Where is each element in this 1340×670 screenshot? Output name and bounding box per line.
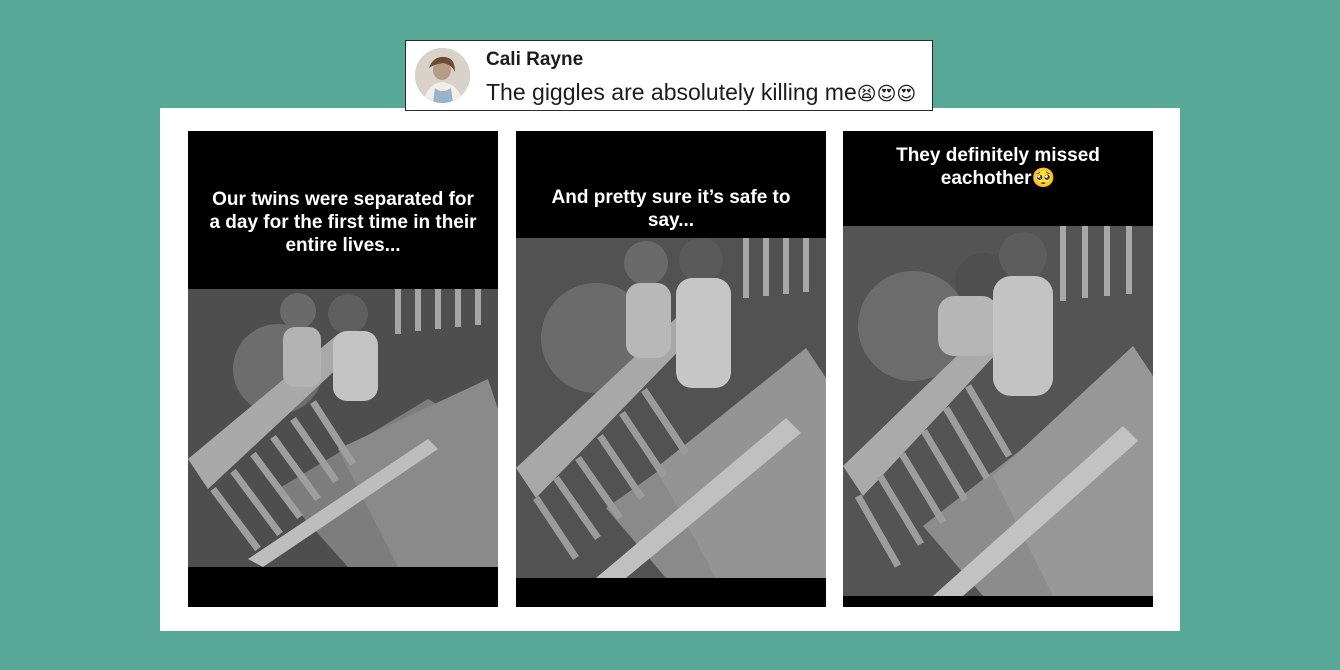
panel-1-caption: Our twins were separated for a day for t… — [209, 189, 477, 256]
video-panel-2[interactable]: And pretty sure it’s safe to say... — [516, 131, 826, 607]
comment-card: Cali Rayne The giggles are absolutely ki… — [405, 40, 933, 111]
panel-3-caption: They definitely missed eachother🥺 — [843, 144, 1153, 190]
comment-body: The giggles are absolutely killing me — [486, 79, 857, 105]
comment-text: The giggles are absolutely killing me😫😍😍 — [486, 79, 916, 106]
crib-photo-1 — [188, 289, 498, 567]
crib-photo-3 — [843, 226, 1153, 596]
pleading-face-emoji: 🥺 — [1031, 167, 1056, 189]
crib-photo-2 — [516, 238, 826, 578]
comment-emojis: 😫😍😍 — [856, 83, 917, 105]
video-panel-3[interactable]: They definitely missed eachother🥺 — [843, 131, 1153, 607]
user-avatar-icon[interactable] — [415, 48, 470, 103]
panel-2-caption: And pretty sure it’s safe to say... — [551, 187, 791, 231]
video-collage-frame: Our twins were separated for a day for t… — [160, 108, 1180, 631]
panel-3-caption-text: They definitely missed eachother — [896, 145, 1100, 189]
video-panel-1[interactable]: Our twins were separated for a day for t… — [188, 131, 498, 607]
comment-author[interactable]: Cali Rayne — [486, 49, 583, 71]
